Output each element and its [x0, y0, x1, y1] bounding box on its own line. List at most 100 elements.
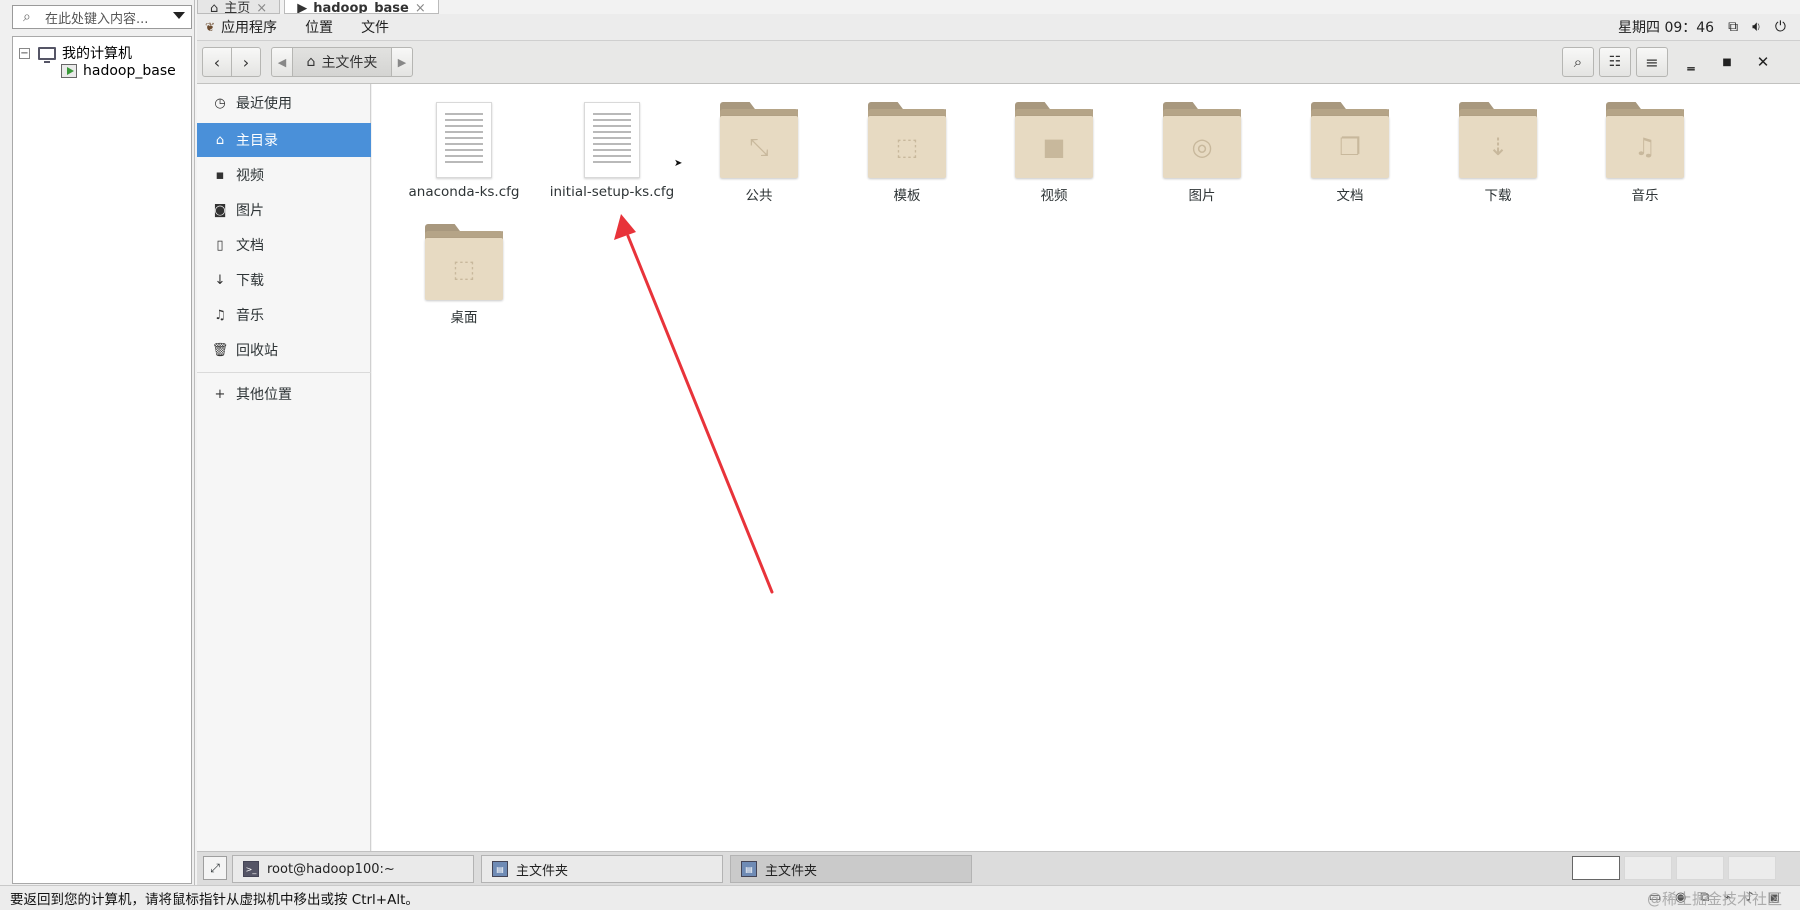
sidebar-item-videos[interactable]: ▪ 视频 — [197, 158, 371, 192]
tree-item-label: 我的计算机 — [62, 46, 132, 62]
files-icon: ▤ — [492, 861, 508, 877]
workspace-4[interactable] — [1728, 856, 1776, 880]
network-icon[interactable]: ⧉ — [1728, 19, 1738, 35]
tree-item-my-computer[interactable]: − 我的计算机 — [19, 43, 132, 63]
sidebar-item-music[interactable]: ♫ 音乐 — [197, 298, 371, 332]
file-grid: anaconda-ks.cfg initial-setup-ks.cfg ⤡ 公… — [372, 84, 1800, 851]
library-search-input[interactable]: ⌕ 在此处键入内容... — [12, 5, 192, 29]
mouse-cursor-icon: ➤ — [674, 158, 683, 169]
path-home-button[interactable]: ⌂ 主文件夹 — [292, 47, 392, 77]
sidebar-item-label: 主目录 — [236, 133, 278, 149]
sidebar-item-documents[interactable]: ▯ 文档 — [197, 228, 371, 262]
file-item[interactable]: initial-setup-ks.cfg — [537, 102, 687, 200]
task-terminal[interactable]: >_ root@hadoop100:~ — [232, 855, 474, 883]
library-tree: − 我的计算机 hadoop_base — [12, 36, 192, 884]
computer-icon — [38, 46, 56, 63]
chevron-right-icon: › — [242, 52, 250, 72]
sidebar-divider — [197, 372, 371, 373]
close-icon[interactable]: × — [415, 2, 426, 13]
menu-label: 应用程序 — [221, 20, 278, 36]
tab-home[interactable]: ⌂ 主页 × — [197, 0, 281, 14]
path-scroll-left-button[interactable]: ◀ — [271, 47, 293, 77]
folder-item[interactable]: ⬚ 模板 — [832, 102, 982, 204]
path-scroll-right-button[interactable]: ▶ — [391, 47, 413, 77]
folder-name: 音乐 — [1631, 188, 1659, 204]
volume-icon[interactable]: 🔉︎ — [1752, 19, 1761, 35]
file-manager-header: ‹ › ◀ ⌂ 主文件夹 ▶ ⌕ ☷ ≡ ‗ ■ ✕ — [197, 40, 1800, 84]
back-button[interactable]: ‹ — [202, 47, 232, 77]
file-item[interactable]: anaconda-ks.cfg — [389, 102, 539, 200]
path-home-label: 主文件夹 — [321, 55, 378, 71]
share-icon: ⤡ — [749, 133, 769, 161]
task-files[interactable]: ▤ 主文件夹 — [481, 855, 723, 883]
view-toggle-button[interactable]: ☷ — [1599, 47, 1631, 77]
status-message: 要返回到您的计算机，请将鼠标指针从虚拟机中移出或按 Ctrl+Alt。 — [10, 892, 419, 908]
sidebar-item-other-locations[interactable]: + 其他位置 — [197, 377, 371, 411]
download-icon: ↓ — [214, 272, 226, 288]
folder-icon: ⬚ — [868, 102, 946, 178]
task-label: root@hadoop100:~ — [267, 861, 395, 877]
vm-library-panel: ⌕ 在此处键入内容... − 我的计算机 hadoop_base — [0, 0, 195, 885]
folder-icon: ⤡ — [720, 102, 798, 178]
folder-name: 下载 — [1484, 188, 1512, 204]
file-name: anaconda-ks.cfg — [408, 184, 520, 200]
maximize-button[interactable]: ■ — [1712, 47, 1742, 77]
close-button[interactable]: ✕ — [1748, 47, 1778, 77]
collapse-toggle-icon[interactable]: − — [19, 47, 30, 59]
show-desktop-button[interactable]: ⤢ — [203, 856, 227, 880]
menu-places[interactable]: 位置 — [305, 17, 333, 37]
music-icon: ♫ — [1634, 133, 1656, 161]
home-icon: ⌂ — [210, 1, 219, 14]
sidebar-item-label: 最近使用 — [236, 96, 292, 112]
sidebar-item-label: 下载 — [236, 273, 264, 289]
files-icon: ▤ — [741, 861, 757, 877]
video-icon: ■ — [1042, 133, 1066, 161]
folder-icon: ⬚ — [425, 224, 503, 300]
workspace-1[interactable] — [1572, 856, 1620, 880]
folder-icon: ◎ — [1163, 102, 1241, 178]
menu-button[interactable]: ≡ — [1636, 47, 1668, 77]
workspace-3[interactable] — [1676, 856, 1724, 880]
sidebar-item-trash[interactable]: 🗑︎ 回收站 — [197, 333, 371, 367]
folder-item[interactable]: ♫ 音乐 — [1570, 102, 1720, 204]
folder-item[interactable]: ■ 视频 — [979, 102, 1129, 204]
folder-item[interactable]: ⬚ 桌面 — [389, 224, 539, 326]
folder-icon: ❐ — [1311, 102, 1389, 178]
close-icon: ✕ — [1756, 53, 1770, 71]
video-icon: ▪ — [215, 167, 225, 183]
workspace-2[interactable] — [1624, 856, 1672, 880]
sidebar-item-label: 回收站 — [236, 343, 278, 359]
folder-item[interactable]: ⤡ 公共 — [684, 102, 834, 204]
file-name: initial-setup-ks.cfg — [549, 184, 675, 200]
vm-icon — [61, 64, 77, 78]
vm-icon: ▶ — [297, 1, 308, 14]
search-button[interactable]: ⌕ — [1562, 47, 1594, 77]
folder-item[interactable]: ❐ 文档 — [1275, 102, 1425, 204]
sidebar-item-pictures[interactable]: ◙ 图片 — [197, 193, 371, 227]
folder-item[interactable]: ◎ 图片 — [1127, 102, 1277, 204]
tab-hadoop-base[interactable]: ▶ hadoop_base × — [284, 0, 439, 14]
folder-name: 公共 — [745, 188, 773, 204]
document-icon: ▯ — [216, 237, 224, 253]
task-files-active[interactable]: ▤ 主文件夹 — [730, 855, 972, 883]
watermark: @稀土掘金技术社区 — [1646, 890, 1782, 908]
folder-icon: ♫ — [1606, 102, 1684, 178]
sidebar-item-recent[interactable]: ◷ 最近使用 — [197, 86, 371, 120]
tree-item-hadoop-base[interactable]: hadoop_base — [61, 63, 176, 79]
minimize-button[interactable]: ‗ — [1676, 47, 1706, 77]
folder-item[interactable]: ⇣ 下载 — [1423, 102, 1573, 204]
sidebar-item-home[interactable]: ⌂ 主目录 — [197, 123, 371, 157]
music-icon: ♫ — [214, 307, 226, 323]
clock[interactable]: 星期四 09：46 — [1618, 17, 1714, 37]
task-label: 主文件夹 — [765, 863, 818, 879]
folder-icon: ■ — [1015, 102, 1093, 178]
close-icon[interactable]: × — [256, 2, 267, 13]
dropdown-arrow-icon[interactable] — [173, 12, 185, 19]
forward-button[interactable]: › — [231, 47, 261, 77]
triangle-right-icon: ▶ — [397, 55, 407, 69]
menu-applications[interactable]: ❦ 应用程序 — [205, 17, 277, 37]
menu-files[interactable]: 文件 — [361, 17, 389, 37]
sidebar-item-downloads[interactable]: ↓ 下载 — [197, 263, 371, 297]
list-view-icon: ☷ — [1608, 54, 1622, 70]
power-icon[interactable]: ⏻ — [1775, 19, 1786, 35]
